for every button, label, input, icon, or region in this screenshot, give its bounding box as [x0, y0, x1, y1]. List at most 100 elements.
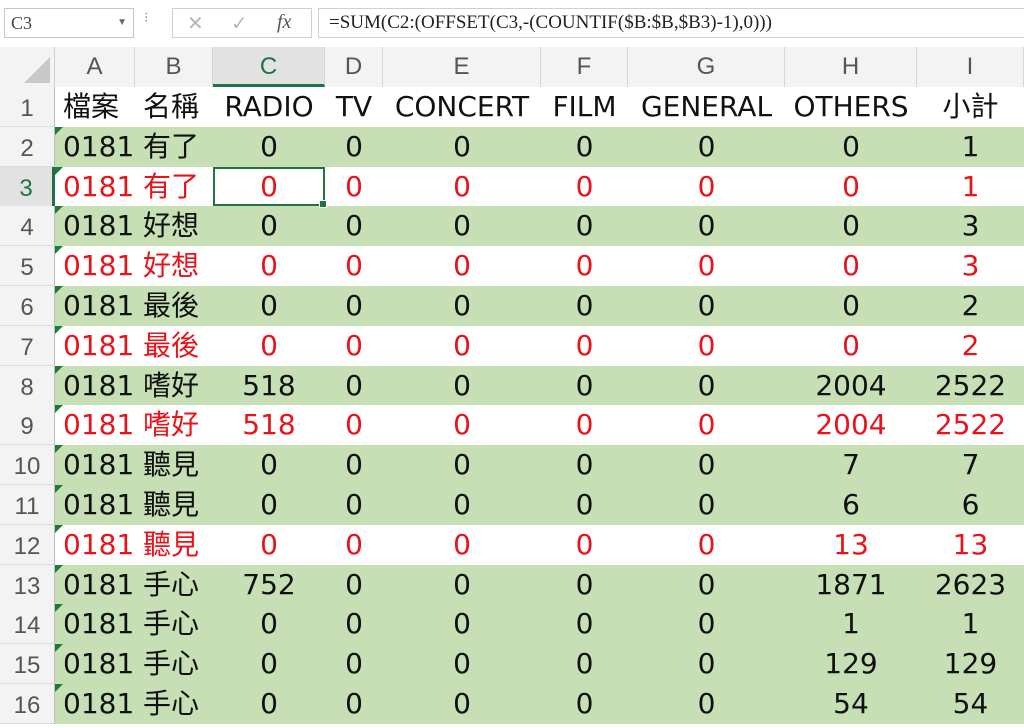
cell-i5[interactable]: 3: [917, 246, 1024, 287]
cell-c12[interactable]: 0: [213, 524, 325, 565]
row-header-9[interactable]: 9: [0, 405, 55, 446]
cell-e12[interactable]: 0: [383, 524, 541, 565]
cell-a14[interactable]: 0181: [55, 604, 135, 645]
cell-a13[interactable]: 0181: [55, 564, 135, 605]
cell-d6[interactable]: 0: [325, 286, 383, 326]
cell-g7[interactable]: 0: [628, 325, 785, 366]
cell-e4[interactable]: 0: [383, 206, 541, 247]
cell-c5[interactable]: 0: [213, 246, 325, 287]
cell-d9[interactable]: 0: [325, 405, 383, 446]
cell-h10[interactable]: 7: [785, 445, 917, 486]
cell-b12[interactable]: 聽見: [135, 524, 213, 565]
cell-c7[interactable]: 0: [213, 325, 325, 366]
cell-i11[interactable]: 6: [917, 485, 1024, 525]
row-header-10[interactable]: 10: [0, 445, 55, 486]
cell-e7[interactable]: 0: [383, 325, 541, 366]
cell-e14[interactable]: 0: [383, 604, 541, 645]
row-header-3[interactable]: 3: [0, 166, 55, 207]
column-header-h[interactable]: H: [785, 47, 917, 87]
cell-d14[interactable]: 0: [325, 604, 383, 645]
column-header-e[interactable]: E: [383, 47, 541, 87]
cell-c8[interactable]: 518: [213, 365, 325, 406]
cell-i6[interactable]: 2: [917, 286, 1024, 326]
row-header-15[interactable]: 15: [0, 644, 55, 685]
cell-h11[interactable]: 6: [785, 485, 917, 525]
cell-f11[interactable]: 0: [541, 485, 628, 525]
cell-g12[interactable]: 0: [628, 524, 785, 565]
cell-f2[interactable]: 0: [541, 126, 628, 167]
cell-g15[interactable]: 0: [628, 644, 785, 685]
cell-i4[interactable]: 3: [917, 206, 1024, 247]
cell-b8[interactable]: 嗜好: [135, 365, 213, 406]
cell-d15[interactable]: 0: [325, 644, 383, 685]
row-header-7[interactable]: 7: [0, 325, 55, 366]
cell-b9[interactable]: 嗜好: [135, 405, 213, 446]
cell-f13[interactable]: 0: [541, 564, 628, 605]
cell-h3[interactable]: 0: [785, 166, 917, 207]
cell-e9[interactable]: 0: [383, 405, 541, 446]
cell-f10[interactable]: 0: [541, 445, 628, 486]
row-header-8[interactable]: 8: [0, 365, 55, 406]
cell-b11[interactable]: 聽見: [135, 485, 213, 525]
cell-d13[interactable]: 0: [325, 564, 383, 605]
cell-h14[interactable]: 1: [785, 604, 917, 645]
cell-g16[interactable]: 0: [628, 684, 785, 724]
cell-i7[interactable]: 2: [917, 325, 1024, 366]
name-box[interactable]: C3 ▼: [4, 8, 134, 38]
cell-d2[interactable]: 0: [325, 126, 383, 167]
cell-c11[interactable]: 0: [213, 485, 325, 525]
cell-c1[interactable]: RADIO: [213, 87, 325, 127]
row-header-12[interactable]: 12: [0, 524, 55, 565]
cell-c9[interactable]: 518: [213, 405, 325, 446]
cell-b4[interactable]: 好想: [135, 206, 213, 247]
more-options-icon[interactable]: ⁝: [144, 10, 148, 26]
cell-h16[interactable]: 54: [785, 684, 917, 724]
cell-i8[interactable]: 2522: [917, 365, 1024, 406]
cell-a12[interactable]: 0181: [55, 524, 135, 565]
cell-d11[interactable]: 0: [325, 485, 383, 525]
cell-f5[interactable]: 0: [541, 246, 628, 287]
cell-c15[interactable]: 0: [213, 644, 325, 685]
cell-a4[interactable]: 0181: [55, 206, 135, 247]
cell-i9[interactable]: 2522: [917, 405, 1024, 446]
cell-h4[interactable]: 0: [785, 206, 917, 247]
close-icon[interactable]: ✕: [187, 11, 204, 35]
column-header-d[interactable]: D: [325, 47, 383, 87]
cell-a16[interactable]: 0181: [55, 684, 135, 724]
cell-a3[interactable]: 0181: [55, 166, 135, 207]
cell-i1[interactable]: 小計: [917, 87, 1024, 127]
cell-d1[interactable]: TV: [325, 87, 383, 127]
cell-i13[interactable]: 2623: [917, 564, 1024, 605]
cell-h15[interactable]: 129: [785, 644, 917, 685]
row-header-2[interactable]: 2: [0, 126, 55, 167]
cell-d8[interactable]: 0: [325, 365, 383, 406]
cell-f12[interactable]: 0: [541, 524, 628, 565]
formula-input[interactable]: =SUM(C2:(OFFSET(C3,-(COUNTIF($B:$B,$B3)-…: [318, 8, 1024, 38]
cell-i14[interactable]: 1: [917, 604, 1024, 645]
cell-b1[interactable]: 名稱: [135, 87, 213, 127]
cell-g13[interactable]: 0: [628, 564, 785, 605]
cell-h6[interactable]: 0: [785, 286, 917, 326]
cell-f4[interactable]: 0: [541, 206, 628, 247]
column-header-g[interactable]: G: [628, 47, 785, 87]
cell-e2[interactable]: 0: [383, 126, 541, 167]
cell-e3[interactable]: 0: [383, 166, 541, 207]
cell-c14[interactable]: 0: [213, 604, 325, 645]
check-icon[interactable]: ✓: [231, 11, 248, 35]
row-header-16[interactable]: 16: [0, 684, 55, 724]
row-header-14[interactable]: 14: [0, 604, 55, 645]
cell-f16[interactable]: 0: [541, 684, 628, 724]
cell-h13[interactable]: 1871: [785, 564, 917, 605]
cell-e1[interactable]: CONCERT: [383, 87, 541, 127]
cell-g6[interactable]: 0: [628, 286, 785, 326]
cell-i2[interactable]: 1: [917, 126, 1024, 167]
chevron-down-icon[interactable]: ▼: [117, 9, 127, 37]
cell-f8[interactable]: 0: [541, 365, 628, 406]
cell-d7[interactable]: 0: [325, 325, 383, 366]
cell-h12[interactable]: 13: [785, 524, 917, 565]
cell-b2[interactable]: 有了: [135, 126, 213, 167]
cell-g10[interactable]: 0: [628, 445, 785, 486]
cell-a15[interactable]: 0181: [55, 644, 135, 685]
cell-a7[interactable]: 0181: [55, 325, 135, 366]
cell-i10[interactable]: 7: [917, 445, 1024, 486]
